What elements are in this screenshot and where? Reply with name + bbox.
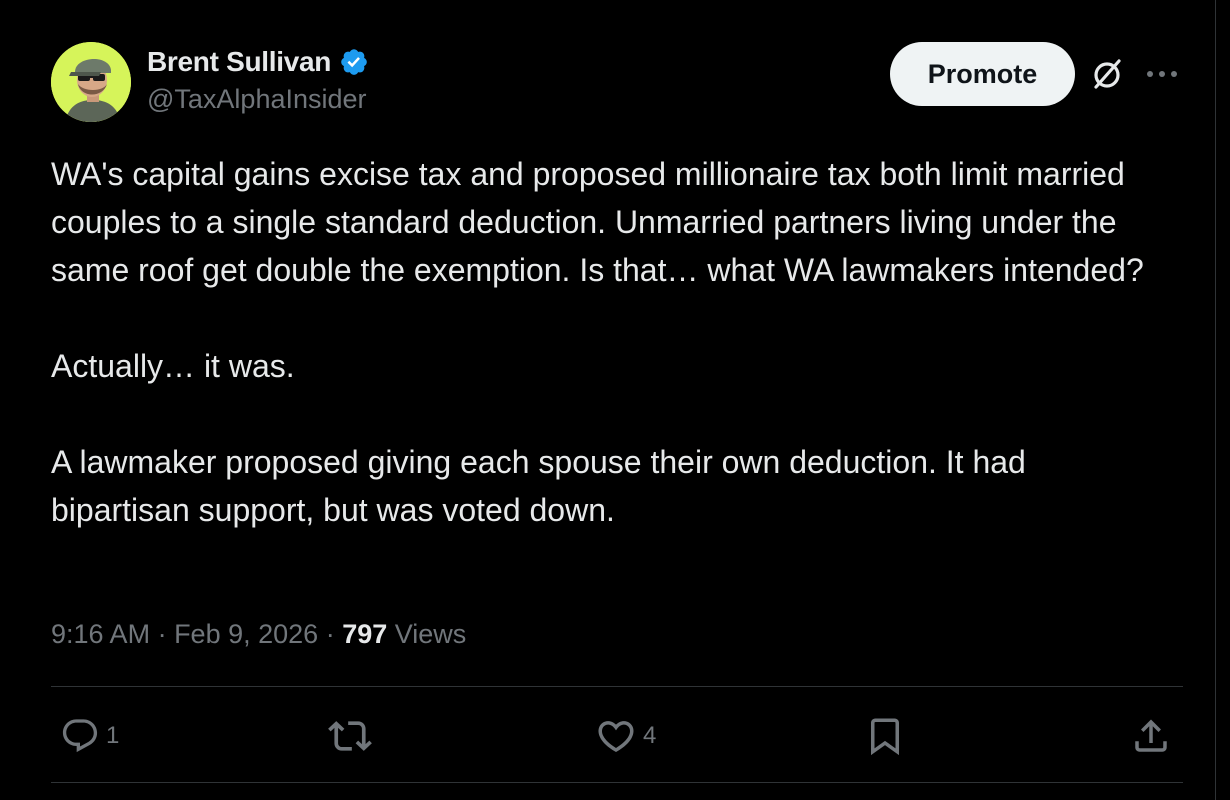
tweet-paragraph: Actually… it was. [51,348,295,384]
avatar-photo [51,42,131,122]
retweet-button[interactable] [328,712,378,760]
tweet-paragraph: WA's capital gains excise tax and propos… [51,156,1144,288]
tweet-meta: 9:16 AM · Feb 9, 2026 · 797 Views [51,614,466,654]
bookmark-button[interactable] [864,712,906,760]
like-count: 4 [643,722,657,749]
share-icon [1135,719,1167,752]
post-date[interactable]: Feb 9, 2026 [174,619,318,650]
avatar[interactable] [51,42,131,122]
divider-top [51,686,1183,687]
reply-count: 1 [106,722,120,749]
meta-separator: · [318,618,343,649]
like-button[interactable]: 4 [595,712,656,760]
retweet-icon [328,721,372,751]
column-border [1215,0,1216,800]
more-dots-icon[interactable] [1144,60,1180,88]
tweet-text: WA's capital gains excise tax and propos… [51,150,1171,534]
post-time[interactable]: 9:16 AM [51,619,150,650]
divider-bottom [51,782,1183,783]
author-name[interactable]: Brent Sullivan [147,46,331,78]
share-button[interactable] [1130,712,1172,760]
views-label: Views [394,618,467,649]
verified-badge-icon[interactable] [339,47,369,77]
reply-icon [62,719,98,753]
grok-slash-circle-icon[interactable] [1088,54,1128,94]
heart-icon [598,721,634,753]
tweet-paragraph: A lawmaker proposed giving each spouse t… [51,444,1026,528]
views-count: 797 [342,618,388,649]
promote-button[interactable]: Promote [890,42,1075,106]
bookmark-icon [871,718,899,756]
reply-button[interactable]: 1 [60,712,119,760]
author-handle[interactable]: @TaxAlphaInsider [147,84,367,115]
views-spacer [387,619,395,650]
author-name-row: Brent Sullivan [147,44,369,80]
meta-separator: · [150,618,175,649]
